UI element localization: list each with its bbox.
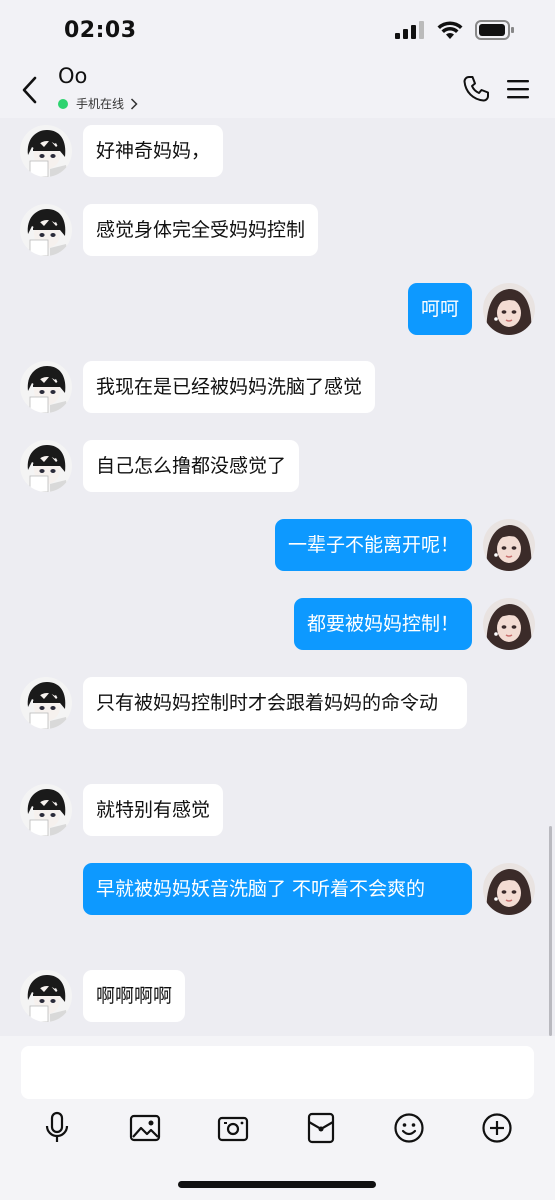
microphone-icon xyxy=(45,1111,69,1142)
message-row: 只有被妈妈控制时才会跟着妈妈的命令动 xyxy=(0,677,555,761)
image-icon xyxy=(129,1114,161,1142)
contact-avatar[interactable] xyxy=(20,361,72,413)
outgoing-message-bubble[interactable]: 呵呵 xyxy=(407,283,472,335)
wifi-icon xyxy=(437,20,463,44)
message-row: 早就被妈妈妖音洗脑了 不听着不会爽的 xyxy=(0,863,555,947)
emoji-icon xyxy=(394,1113,424,1143)
emoji-button[interactable] xyxy=(391,1110,427,1146)
battery-icon xyxy=(475,20,515,44)
contact-avatar[interactable] xyxy=(20,970,72,1022)
contact-status-label: 手机在线 xyxy=(76,97,125,111)
message-row: 就特别有感觉 xyxy=(0,784,555,840)
plus-icon xyxy=(482,1113,512,1143)
incoming-message-bubble[interactable]: 自己怎么撸都没感觉了 xyxy=(83,440,300,492)
composer-toolbar xyxy=(0,1110,555,1150)
red-packet-button[interactable] xyxy=(303,1110,339,1146)
camera-button[interactable] xyxy=(215,1110,251,1146)
incoming-message-bubble[interactable]: 只有被妈妈控制时才会跟着妈妈的命令动 xyxy=(83,677,467,729)
message-list[interactable]: 好神奇妈妈， 感觉身体完全受妈妈控制 呵呵 我现在是已经被妈妈洗脑了感觉 自己怎… xyxy=(0,118,555,1036)
back-button[interactable] xyxy=(14,74,44,106)
menu-button[interactable] xyxy=(505,74,531,104)
phone-icon xyxy=(463,76,489,102)
contact-name[interactable]: Oo xyxy=(58,64,87,88)
contact-avatar[interactable] xyxy=(20,204,72,256)
status-icons xyxy=(395,20,515,44)
message-row: 一辈子不能离开呢！ xyxy=(0,519,555,575)
my-avatar[interactable] xyxy=(483,519,535,571)
my-avatar[interactable] xyxy=(483,283,535,335)
incoming-message-bubble[interactable]: 我现在是已经被妈妈洗脑了感觉 xyxy=(83,361,376,413)
message-row: 自己怎么撸都没感觉了 xyxy=(0,440,555,496)
outgoing-message-bubble[interactable]: 一辈子不能离开呢！ xyxy=(274,519,472,571)
message-row: 啊啊啊啊 xyxy=(0,970,555,1026)
outgoing-message-bubble[interactable]: 早就被妈妈妖音洗脑了 不听着不会爽的 xyxy=(83,863,472,915)
status-bar: 02:03 xyxy=(0,0,555,62)
scrollbar[interactable] xyxy=(549,826,552,1036)
chevron-left-icon xyxy=(22,76,37,104)
contact-avatar[interactable] xyxy=(20,784,72,836)
red-packet-icon xyxy=(307,1112,335,1144)
incoming-message-bubble[interactable]: 啊啊啊啊 xyxy=(83,970,186,1022)
call-button[interactable] xyxy=(461,74,491,104)
cellular-signal-icon xyxy=(395,21,425,43)
message-row: 呵呵 xyxy=(0,283,555,339)
image-button[interactable] xyxy=(127,1110,163,1146)
message-input[interactable] xyxy=(21,1046,534,1099)
my-avatar[interactable] xyxy=(483,598,535,650)
more-button[interactable] xyxy=(479,1110,515,1146)
message-row: 好神奇妈妈， xyxy=(0,125,555,181)
contact-status[interactable]: 手机在线 xyxy=(58,95,138,112)
online-indicator xyxy=(58,98,68,109)
my-avatar[interactable] xyxy=(483,863,535,915)
camera-icon xyxy=(217,1116,249,1142)
message-row: 我现在是已经被妈妈洗脑了感觉 xyxy=(0,361,555,417)
home-indicator[interactable] xyxy=(178,1181,376,1188)
contact-avatar[interactable] xyxy=(20,677,72,729)
contact-avatar[interactable] xyxy=(20,125,72,177)
incoming-message-bubble[interactable]: 感觉身体完全受妈妈控制 xyxy=(83,204,319,256)
chat-header: Oo 手机在线 xyxy=(0,62,555,118)
voice-button[interactable] xyxy=(39,1110,75,1146)
chevron-right-icon xyxy=(130,97,138,110)
contact-avatar[interactable] xyxy=(20,440,72,492)
outgoing-message-bubble[interactable]: 都要被妈妈控制！ xyxy=(293,598,472,650)
incoming-message-bubble[interactable]: 就特别有感觉 xyxy=(83,784,224,836)
status-time: 02:03 xyxy=(64,18,137,43)
incoming-message-bubble[interactable]: 好神奇妈妈， xyxy=(83,125,224,177)
composer xyxy=(0,1036,555,1200)
message-row: 感觉身体完全受妈妈控制 xyxy=(0,204,555,260)
message-row: 都要被妈妈控制！ xyxy=(0,598,555,654)
hamburger-menu-icon xyxy=(507,80,529,99)
